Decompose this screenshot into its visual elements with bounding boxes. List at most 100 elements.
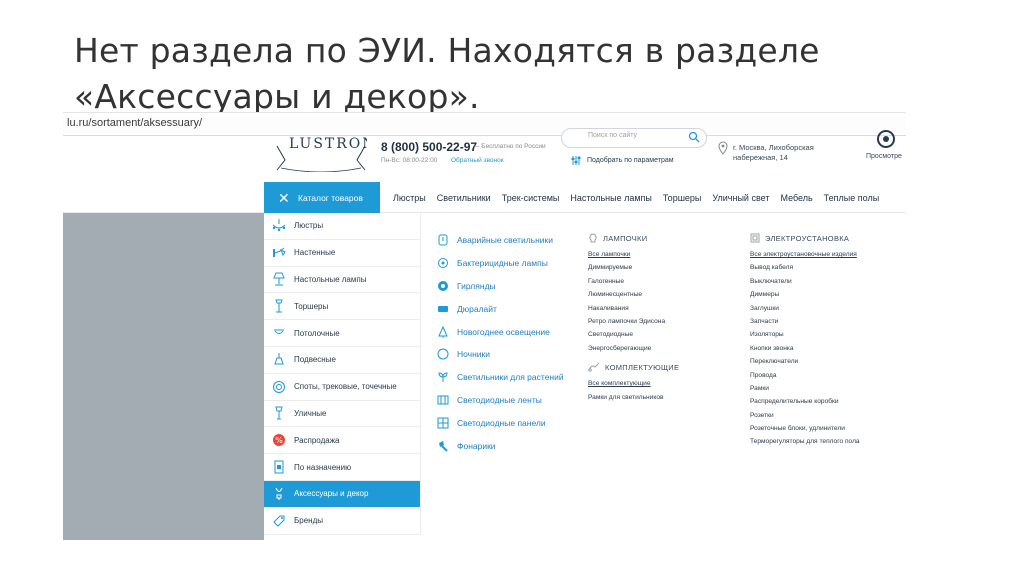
christmas-tree-icon bbox=[437, 325, 449, 338]
sidebar-item-floor-lamps[interactable]: Торшеры bbox=[264, 293, 420, 321]
electrical-link[interactable]: Кнопки звонка bbox=[750, 342, 860, 355]
category-led-panels[interactable]: Светодиодные панели bbox=[437, 411, 564, 434]
bulb-link[interactable]: Светодиодные bbox=[588, 328, 679, 341]
bulbs-and-parts-column: ЛАМПОЧКИ Все лампочки Диммируемые Галоге… bbox=[588, 232, 679, 404]
bulb-link[interactable]: Ретро лампочки Эдисона bbox=[588, 315, 679, 328]
sidebar-item-pendant[interactable]: Подвесные bbox=[264, 347, 420, 374]
garland-icon bbox=[437, 280, 449, 292]
logo[interactable]: LUSTRON bbox=[275, 136, 367, 172]
top-nav-item[interactable]: Светильники bbox=[437, 193, 491, 203]
electrical-link[interactable]: Переключатели bbox=[750, 355, 860, 368]
electrical-link[interactable]: Провода bbox=[750, 369, 860, 382]
bulb-link[interactable]: Галогенные bbox=[588, 275, 679, 288]
address-line-2: набережная, 14 bbox=[733, 153, 788, 162]
sidebar-item-chandeliers[interactable]: Люстры bbox=[264, 213, 420, 240]
tag-icon bbox=[272, 514, 286, 528]
electrical-link[interactable]: Терморегуляторы для теплого пола bbox=[750, 435, 860, 448]
recently-viewed-label[interactable]: Просмотре bbox=[866, 153, 902, 160]
category-label: Аварийные светильники bbox=[457, 235, 553, 246]
location-pin-icon bbox=[718, 141, 728, 155]
bulb-link[interactable]: Накаливания bbox=[588, 302, 679, 315]
electrical-link[interactable]: Диммеры bbox=[750, 288, 860, 301]
filter-by-params-label: Подобрать по параметрам bbox=[587, 157, 674, 164]
top-nav-item[interactable]: Уличный свет bbox=[712, 193, 769, 203]
filter-by-params-link[interactable]: Подобрать по параметрам bbox=[571, 156, 674, 165]
electrical-title: ЭЛЕКТРОУСТАНОВКА bbox=[765, 233, 850, 243]
catalog-label: Каталог товаров bbox=[298, 192, 363, 203]
sidebar-item-table-lamps[interactable]: Настольные лампы bbox=[264, 267, 420, 294]
electrical-link[interactable]: Рамки bbox=[750, 382, 860, 395]
catalog-button[interactable]: ✕ Каталог товаров bbox=[264, 182, 380, 213]
search-input[interactable]: Поиск по сайту bbox=[561, 128, 707, 148]
plug-icon bbox=[588, 362, 600, 372]
electrical-link[interactable]: Изоляторы bbox=[750, 328, 860, 341]
electrical-link[interactable]: Вывод кабеля bbox=[750, 261, 860, 274]
category-plant-lights[interactable]: Светильники для растений bbox=[437, 366, 564, 389]
category-bactericidal-lamps[interactable]: Бактерицидные лампы bbox=[437, 252, 564, 275]
electrical-link[interactable]: Заглушки bbox=[750, 302, 860, 315]
sidebar-item-label: Настольные лампы bbox=[294, 274, 367, 284]
category-label: Новогоднее освещение bbox=[457, 326, 550, 337]
slide-title-line-1: Нет раздела по ЭУИ. Находятся в разделе bbox=[74, 31, 820, 70]
sidebar-item-accessories[interactable]: Аксессуары и декор bbox=[264, 480, 420, 508]
category-label: Дюралайт bbox=[457, 303, 497, 314]
category-label: Фонарики bbox=[457, 440, 496, 451]
electrical-link[interactable]: Все электроустановочные изделия bbox=[750, 248, 860, 261]
sidebar-item-label: Бренды bbox=[294, 516, 323, 526]
category-flashlights[interactable]: Фонарики bbox=[437, 434, 564, 457]
bulb-link[interactable]: Диммируемые bbox=[588, 261, 679, 274]
electrical-link[interactable]: Запчасти bbox=[750, 315, 860, 328]
slide-title: Нет раздела по ЭУИ. Находятся в разделе … bbox=[74, 28, 974, 120]
sidebar-item-label: Настенные bbox=[294, 248, 336, 258]
bulbs-heading: ЛАМПОЧКИ bbox=[588, 232, 679, 244]
sidebar-item-purpose[interactable]: По назначению bbox=[264, 454, 420, 481]
accessories-categories: Аварийные светильники Бактерицидные ламп… bbox=[437, 229, 564, 457]
electrical-link[interactable]: Выключатели bbox=[750, 275, 860, 288]
pendant-lamp-icon bbox=[272, 352, 286, 367]
top-nav-item[interactable]: Теплые полы bbox=[824, 193, 880, 203]
chandelier-icon bbox=[272, 218, 286, 233]
spot-icon bbox=[272, 380, 286, 394]
electrical-link[interactable]: Розетки bbox=[750, 409, 860, 422]
table-lamp-icon bbox=[272, 272, 286, 286]
sidebar-item-wall[interactable]: Настенные bbox=[264, 240, 420, 267]
category-nav: ✕ Каталог товаров Люстры Светильники Тре… bbox=[63, 182, 906, 213]
sidebar-item-spots[interactable]: Споты, трековые, точечные bbox=[264, 374, 420, 401]
sidebar-item-ceiling[interactable]: Потолочные bbox=[264, 320, 420, 347]
category-led-strips[interactable]: Светодиодные ленты bbox=[437, 389, 564, 412]
parts-title: КОМПЛЕКТУЮЩИЕ bbox=[605, 362, 680, 372]
callback-link[interactable]: Обратный звонок bbox=[451, 157, 504, 164]
phone-number[interactable]: 8 (800) 500-22-97 bbox=[381, 140, 477, 154]
phone-note: — Бесплатно по России bbox=[473, 143, 546, 150]
page-overlay bbox=[63, 213, 264, 540]
sliders-icon bbox=[571, 156, 581, 165]
category-label: Светильники для растений bbox=[457, 372, 564, 383]
bulb-link[interactable]: Все лампочки bbox=[588, 248, 679, 261]
address-line-1: г. Москва, Лихоборская bbox=[733, 143, 814, 152]
top-nav-item[interactable]: Трек-системы bbox=[502, 193, 560, 203]
recently-viewed-icon[interactable] bbox=[875, 128, 897, 150]
category-duralight[interactable]: Дюралайт bbox=[437, 297, 564, 320]
emergency-light-icon bbox=[437, 234, 449, 246]
bulb-link[interactable]: Энергосберегающие bbox=[588, 342, 679, 355]
sidebar-item-street[interactable]: Уличные bbox=[264, 401, 420, 428]
electrical-link[interactable]: Розеточные блоки, удлинители bbox=[750, 422, 860, 435]
sidebar-item-sale[interactable]: % Распродажа bbox=[264, 427, 420, 455]
sidebar-item-label: Распродажа bbox=[294, 435, 340, 445]
parts-link[interactable]: Рамки для светильников bbox=[588, 391, 679, 404]
category-emergency-lights[interactable]: Аварийные светильники bbox=[437, 229, 564, 252]
top-nav-item[interactable]: Настольные лампы bbox=[570, 193, 652, 203]
address-bar[interactable]: lu.ru/sortament/aksessuary/ bbox=[63, 112, 906, 136]
category-garlands[interactable]: Гирлянды bbox=[437, 275, 564, 298]
category-new-year-lighting[interactable]: Новогоднее освещение bbox=[437, 320, 564, 343]
category-night-lights[interactable]: Ночники bbox=[437, 343, 564, 366]
top-nav-item[interactable]: Торшеры bbox=[663, 193, 702, 203]
bulb-link[interactable]: Люминесцентные bbox=[588, 288, 679, 301]
store-address: г. Москва, Лихоборская набережная, 14 bbox=[733, 143, 814, 163]
top-nav-item[interactable]: Мебель bbox=[780, 193, 812, 203]
parts-link[interactable]: Все комплектующие bbox=[588, 377, 679, 390]
top-nav-item[interactable]: Люстры bbox=[393, 193, 426, 203]
electrical-link[interactable]: Распределительные коробки bbox=[750, 395, 860, 408]
search-icon[interactable] bbox=[688, 131, 700, 143]
sidebar-item-brands[interactable]: Бренды bbox=[264, 508, 420, 535]
